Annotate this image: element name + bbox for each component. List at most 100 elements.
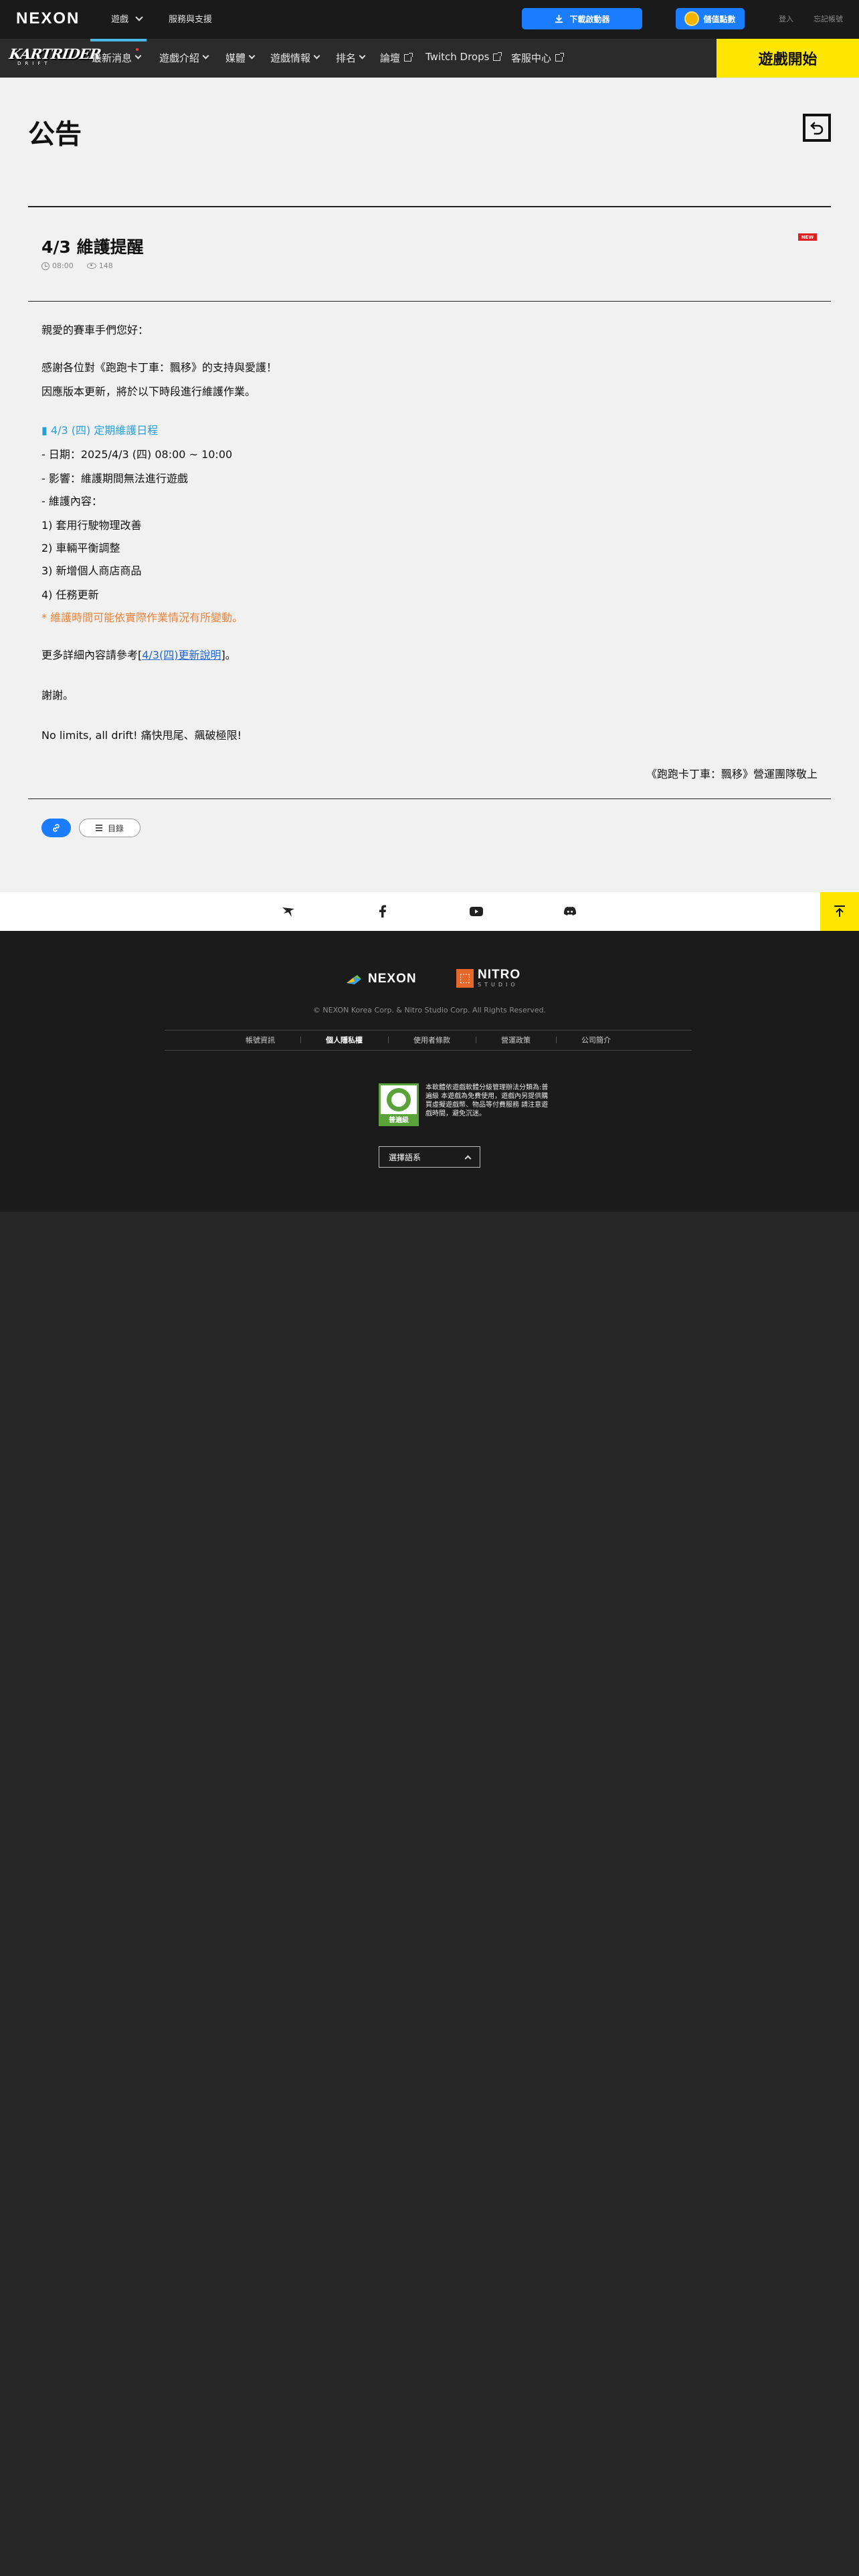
nav-item-game-intro[interactable]: 遊戲介紹 <box>159 51 209 65</box>
more-suffix: ]。 <box>221 649 236 661</box>
chevron-down-icon <box>313 52 320 60</box>
new-badge: NEW <box>798 233 817 241</box>
login-link[interactable]: 登入 <box>779 13 793 24</box>
download-launcher-button[interactable]: 下載啟動器 <box>522 8 642 29</box>
facebook-icon[interactable] <box>375 903 391 920</box>
divider <box>28 206 831 207</box>
chevron-down-icon <box>359 52 366 60</box>
post-title: 4/3 維護提醒 <box>41 237 144 257</box>
nav-item-media[interactable]: 媒體 <box>225 51 256 65</box>
post-signature: 《跑跑卡丁車：飄移》營運團隊敬上 <box>646 768 818 780</box>
list-label: 目錄 <box>107 823 124 833</box>
list-button[interactable]: 目錄 <box>79 819 140 837</box>
rating-badge: 普遍級 <box>379 1083 419 1126</box>
nav-item-news[interactable]: 最新消息 <box>92 48 142 65</box>
return-icon <box>810 122 824 135</box>
divider <box>28 798 831 799</box>
top-bar: NEXON 遊戲 服務與支援 下載啟動器 儲值點數 登入 忘記帳號 <box>0 0 859 39</box>
footer-nexon-logo[interactable]: NEXON <box>345 971 417 987</box>
rating-text: 本軟體依遊戲軟體分級管理辦法分類為:普遍級 本遊戲為免費使用，遊戲內另提供購買虛… <box>425 1084 549 1117</box>
nav-item-news-label: 最新消息 <box>92 52 132 64</box>
kartrider-icon[interactable] <box>281 903 297 920</box>
eye-icon <box>86 263 96 269</box>
copyright: © NEXON Korea Corp. & Nitro Studio Corp.… <box>312 1006 547 1014</box>
chevron-up-icon <box>464 1155 472 1162</box>
clock-icon <box>41 261 50 270</box>
body-line: 1) 套用行駛物理改善 <box>41 519 142 532</box>
forgot-account-link[interactable]: 忘記帳號 <box>814 13 843 24</box>
game-start-button[interactable]: 遊戲開始 <box>717 39 859 78</box>
recharge-label: 儲值點數 <box>703 14 736 24</box>
footer-link-terms[interactable]: 使用者條款 <box>388 1035 476 1045</box>
nav-item-game-intro-label: 遊戲介紹 <box>159 52 200 64</box>
footer-link-policy[interactable]: 營運政策 <box>476 1035 556 1045</box>
top-nav-games[interactable]: 遊戲 <box>111 12 142 25</box>
body-line: 親愛的賽車手們您好： <box>41 324 149 336</box>
discord-icon[interactable] <box>562 903 578 920</box>
download-icon <box>555 14 563 23</box>
body-line-warning: * 維護時間可能依實際作業情況有所變動。 <box>41 611 244 624</box>
coin-icon <box>684 11 700 26</box>
footer-link-company[interactable]: 公司簡介 <box>556 1035 636 1045</box>
nitro-text-2: STUDIO <box>478 982 518 988</box>
scroll-to-top-button[interactable] <box>820 892 859 931</box>
body-line: 因應版本更新，將於以下時段進行維護作業。 <box>41 385 256 398</box>
nitro-text: NITRO STUDIO <box>478 968 520 988</box>
nav-item-game-info[interactable]: 遊戲情報 <box>270 51 320 65</box>
social-bar <box>0 892 859 931</box>
nav-item-customer-center-label: 客服中心 <box>511 52 552 64</box>
rating-circle-icon <box>387 1088 411 1111</box>
page-title: 公告 <box>28 119 82 150</box>
body-line: - 維護內容： <box>41 495 102 508</box>
external-link-icon <box>493 51 502 61</box>
nitro-mark-icon: ⬚ <box>456 968 474 988</box>
list-icon <box>95 825 102 831</box>
footer-link-account[interactable]: 帳號資訊 <box>220 1035 300 1045</box>
nav-item-ranking-label: 排名 <box>336 52 357 64</box>
copy-link-button[interactable] <box>41 819 71 837</box>
nav-item-customer-center[interactable]: 客服中心 <box>511 51 565 65</box>
body-line: 4) 任務更新 <box>41 588 99 601</box>
nav-item-forum-label: 論壇 <box>380 52 401 64</box>
download-label: 下載啟動器 <box>569 14 610 24</box>
top-nav-support[interactable]: 服務與支援 <box>169 12 212 25</box>
main-content: 公告 4/3 維護提醒 NEW 08:00 148 親愛的賽車手們您好： 感謝各… <box>0 78 859 892</box>
new-dot-icon <box>136 48 138 51</box>
nexon-mark-icon <box>345 971 363 987</box>
language-select[interactable]: 選擇語系 <box>379 1146 480 1168</box>
arrow-up-icon <box>834 905 845 917</box>
chevron-down-icon <box>202 52 209 60</box>
nav-item-media-label: 媒體 <box>225 52 246 64</box>
body-line: 3) 新增個人商店商品 <box>41 564 142 577</box>
more-prefix: 更多詳細內容請參考[ <box>41 649 142 661</box>
youtube-icon[interactable] <box>468 903 484 920</box>
external-link-icon <box>404 53 413 62</box>
body-line: 謝謝。 <box>41 689 74 702</box>
rating-label: 普遍級 <box>381 1114 417 1124</box>
kartrider-logo-text: KARTRIDER <box>8 45 102 62</box>
nav-item-twitch-drops-label: Twitch Drops <box>425 51 490 63</box>
back-button[interactable] <box>803 114 831 142</box>
divider <box>28 301 831 302</box>
body-line-more: 更多詳細內容請參考[4/3(四)更新說明]。 <box>41 646 236 662</box>
active-tab-indicator <box>90 39 147 41</box>
nav-item-twitch-drops[interactable]: Twitch Drops <box>425 51 502 63</box>
nexon-logo[interactable]: NEXON <box>16 9 80 28</box>
recharge-button[interactable]: 儲值點數 <box>676 8 745 29</box>
body-line: No limits, all drift! 痛快甩尾、飆破極限! <box>41 729 242 742</box>
body-line: 感謝各位對《跑跑卡丁車：飄移》的支持與愛護！ <box>41 361 278 374</box>
nav-item-ranking[interactable]: 排名 <box>336 51 366 65</box>
nitro-text-1: NITRO <box>478 968 521 982</box>
nav-item-forum[interactable]: 論壇 <box>380 51 413 65</box>
footer-divider <box>165 1050 692 1051</box>
kartrider-logo[interactable]: KARTRIDER DRIFT <box>8 45 102 71</box>
update-notes-link[interactable]: 4/3(四)更新說明 <box>142 649 221 661</box>
body-line-highlight: ▮ 4/3 (四) 定期維護日程 <box>41 424 159 437</box>
footer-nitro-logo[interactable]: ⬚ NITRO STUDIO <box>456 968 520 988</box>
body-line: - 影響：維護期間無法進行遊戲 <box>41 472 188 485</box>
post-time: 08:00 <box>52 261 74 270</box>
footer-link-privacy[interactable]: 個人隱私權 <box>300 1035 388 1045</box>
nav-item-game-info-label: 遊戲情報 <box>270 52 311 64</box>
external-link-icon <box>555 53 565 62</box>
chevron-down-icon <box>134 52 142 60</box>
